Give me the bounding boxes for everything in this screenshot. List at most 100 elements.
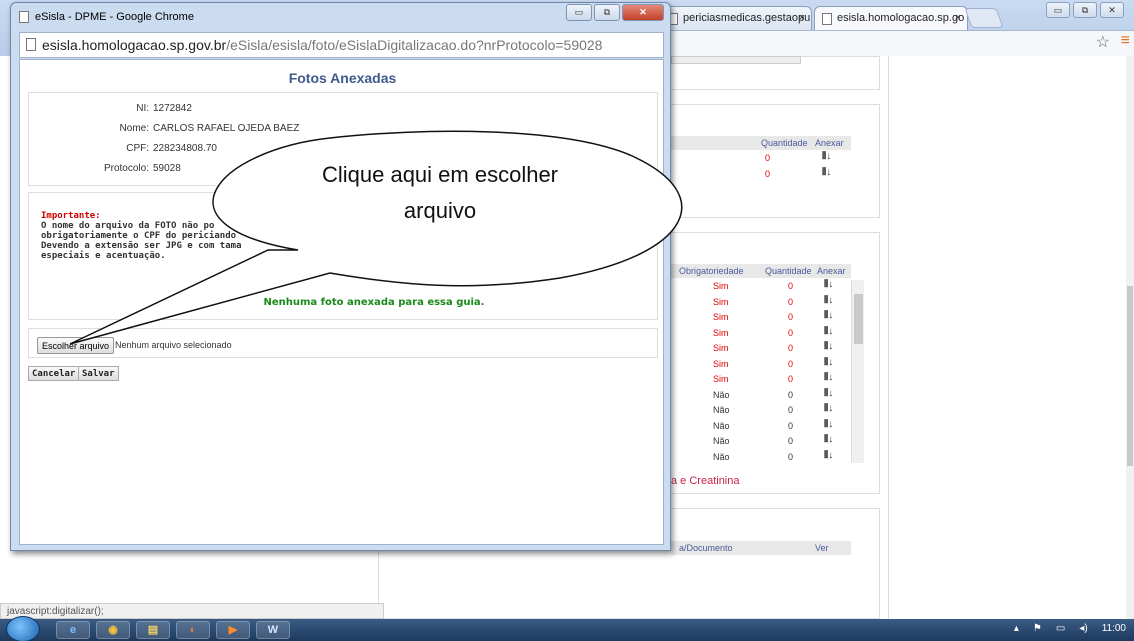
menu-icon[interactable]: ≡ bbox=[1121, 32, 1130, 50]
attach-icon[interactable]: ⫴↓ bbox=[824, 388, 833, 399]
exam-link[interactable]: a e Creatinina bbox=[671, 475, 740, 487]
list-scrollbar[interactable] bbox=[851, 280, 864, 463]
popup-window-controls: ▭ ⧉ ✕ bbox=[566, 4, 664, 21]
url-host: esisla.homologacao.sp.gov.br bbox=[42, 37, 227, 53]
bookmark-star-icon[interactable]: ☆ bbox=[1096, 32, 1110, 52]
table2-requirement: Não bbox=[713, 420, 730, 431]
popup-url-bar[interactable]: esisla.homologacao.sp.gov.br/eSisla/esis… bbox=[19, 32, 664, 58]
scrollbar-thumb[interactable] bbox=[1127, 286, 1133, 466]
document-icon bbox=[822, 13, 832, 25]
ie-icon[interactable]: e bbox=[56, 621, 90, 639]
table2-requirement: Sim bbox=[713, 327, 729, 338]
input-strip bbox=[671, 56, 801, 64]
table2-requirement: Sim bbox=[713, 312, 729, 322]
start-button[interactable] bbox=[6, 616, 40, 641]
tab-periciasmedicas[interactable]: periciasmedicas.gestaopu × bbox=[660, 6, 812, 32]
protocolo-label: Protocolo: bbox=[103, 163, 149, 174]
scrollbar-thumb[interactable] bbox=[854, 294, 863, 344]
player-icon[interactable]: ▶ bbox=[216, 621, 250, 639]
table2-qty: 0 bbox=[788, 281, 794, 291]
table2-qty: 0 bbox=[788, 405, 794, 415]
url-path: /eSisla/esisla/foto/eSislaDigitalizacao.… bbox=[226, 37, 603, 53]
attach-icon[interactable]: ⫴↓ bbox=[824, 419, 833, 430]
attach-icon[interactable]: ⫴↓ bbox=[824, 450, 833, 461]
table2-requirement: Não bbox=[713, 405, 730, 415]
cancel-button[interactable]: Cancelar bbox=[28, 366, 80, 381]
close-button[interactable]: ✕ bbox=[622, 4, 664, 21]
warning-text: O nome do arquivo da FOTO não po obrigat… bbox=[41, 221, 242, 261]
table2-qty: 0 bbox=[788, 420, 794, 431]
save-button[interactable]: Salvar bbox=[78, 366, 119, 381]
close-tab-icon[interactable]: × bbox=[799, 12, 805, 24]
popup-window: eSisla - DPME - Google Chrome ▭ ⧉ ✕ esis… bbox=[10, 2, 671, 551]
table1-qty: 0 bbox=[765, 169, 771, 179]
maximize-button[interactable]: ⧉ bbox=[594, 4, 620, 21]
taskbar: e ◉ ▤ ◐ ▶ W ▴ ⚑ ▭ ◂) 11:00 bbox=[0, 616, 1134, 641]
maximize-button[interactable]: ⧉ bbox=[1073, 2, 1097, 18]
minimize-button[interactable]: ▭ bbox=[1046, 2, 1070, 18]
attach-icon[interactable]: ⫴↓ bbox=[824, 357, 833, 368]
clock[interactable]: 11:00 bbox=[1102, 623, 1126, 634]
attach-icon[interactable]: ⫴↓ bbox=[824, 310, 833, 321]
new-tab-button[interactable] bbox=[964, 8, 1004, 28]
table2-qty: 0 bbox=[788, 312, 794, 322]
popup-title: eSisla - DPME - Google Chrome bbox=[35, 11, 194, 23]
close-tab-icon[interactable]: × bbox=[955, 12, 961, 24]
attach-icon[interactable]: ⫴↓ bbox=[824, 403, 833, 414]
page-scrollbar[interactable] bbox=[1126, 56, 1134, 619]
choose-file-button[interactable]: Escolher arquivo bbox=[37, 337, 115, 354]
table2-qty: 0 bbox=[788, 358, 794, 369]
volume-icon[interactable]: ◂) bbox=[1079, 623, 1087, 634]
chrome-icon[interactable]: ◉ bbox=[96, 621, 130, 639]
page-icon bbox=[26, 38, 36, 51]
table2-header: Obrigatoriedade Quantidade Anexar bbox=[671, 264, 851, 278]
attach-icon[interactable]: ⫴↓ bbox=[824, 295, 833, 306]
tab-esisla[interactable]: esisla.homologacao.sp.go × bbox=[814, 6, 968, 32]
table2-requirement: Sim bbox=[713, 281, 729, 291]
table2-requirement: Sim bbox=[713, 358, 729, 369]
file-upload-box: Escolher arquivo Nenhum arquivo selecion… bbox=[28, 328, 658, 358]
table1-qty: 0 bbox=[765, 153, 771, 163]
network-icon[interactable]: ▭ bbox=[1056, 623, 1065, 634]
close-button[interactable]: ✕ bbox=[1100, 2, 1124, 18]
attach-icon[interactable]: ⫴↓ bbox=[824, 434, 833, 445]
status-bar: javascript:digitalizar(); bbox=[0, 603, 384, 619]
window-controls: ▭ ⧉ ✕ bbox=[1046, 2, 1124, 18]
no-file-selected-label: Nenhum arquivo selecionado bbox=[115, 340, 232, 350]
attach-icon[interactable]: ⫴↓ bbox=[824, 326, 833, 337]
ni-value: 1272842 bbox=[153, 103, 192, 114]
warning-title: Importante: bbox=[41, 211, 101, 221]
attach-icon[interactable]: ⫴↓ bbox=[822, 167, 831, 178]
table2-qty: 0 bbox=[788, 451, 794, 462]
attach-icon[interactable]: ⫴↓ bbox=[824, 341, 833, 352]
table2-requirement: Não bbox=[713, 451, 730, 462]
table2-requirement: Sim bbox=[713, 343, 729, 353]
protocolo-value: 59028 bbox=[153, 163, 181, 174]
nome-label: Nome: bbox=[119, 123, 149, 134]
attach-icon[interactable]: ⫴↓ bbox=[822, 151, 831, 162]
system-tray: ▴ ⚑ ▭ ◂) 11:00 bbox=[1014, 623, 1126, 634]
nome-value: CARLOS RAFAEL OJEDA BAEZ bbox=[153, 123, 300, 134]
page-title: Fotos Anexadas bbox=[288, 70, 397, 86]
word-icon[interactable]: W bbox=[256, 621, 290, 639]
cpf-label: CPF: bbox=[126, 143, 149, 154]
table2-qty: 0 bbox=[788, 374, 794, 384]
table2-requirement: Sim bbox=[713, 296, 729, 307]
address-bar[interactable] bbox=[660, 30, 1134, 56]
attach-icon[interactable]: ⫴↓ bbox=[824, 372, 833, 383]
flag-icon[interactable]: ⚑ bbox=[1033, 623, 1042, 634]
media-icon[interactable]: ◐ bbox=[176, 621, 210, 639]
table2-qty: 0 bbox=[788, 343, 794, 353]
popup-body: Fotos Anexadas NI: 1272842 Nome: CARLOS … bbox=[19, 59, 664, 545]
folder-icon[interactable]: ▤ bbox=[136, 621, 170, 639]
no-photo-message: Nenhuma foto anexada para essa guia. bbox=[263, 297, 485, 308]
attach-icon[interactable]: ⫴↓ bbox=[824, 279, 833, 290]
table2-qty: 0 bbox=[788, 436, 794, 446]
table1-header: Quantidade Anexar bbox=[671, 136, 851, 150]
cpf-value: 228234808.70 bbox=[153, 143, 217, 154]
minimize-button[interactable]: ▭ bbox=[566, 4, 592, 21]
callout-text: Clique aqui em escolher arquivo bbox=[321, 162, 559, 223]
show-hidden-icon[interactable]: ▴ bbox=[1014, 623, 1019, 634]
table2-requirement: Sim bbox=[713, 374, 729, 384]
divider bbox=[888, 56, 889, 619]
